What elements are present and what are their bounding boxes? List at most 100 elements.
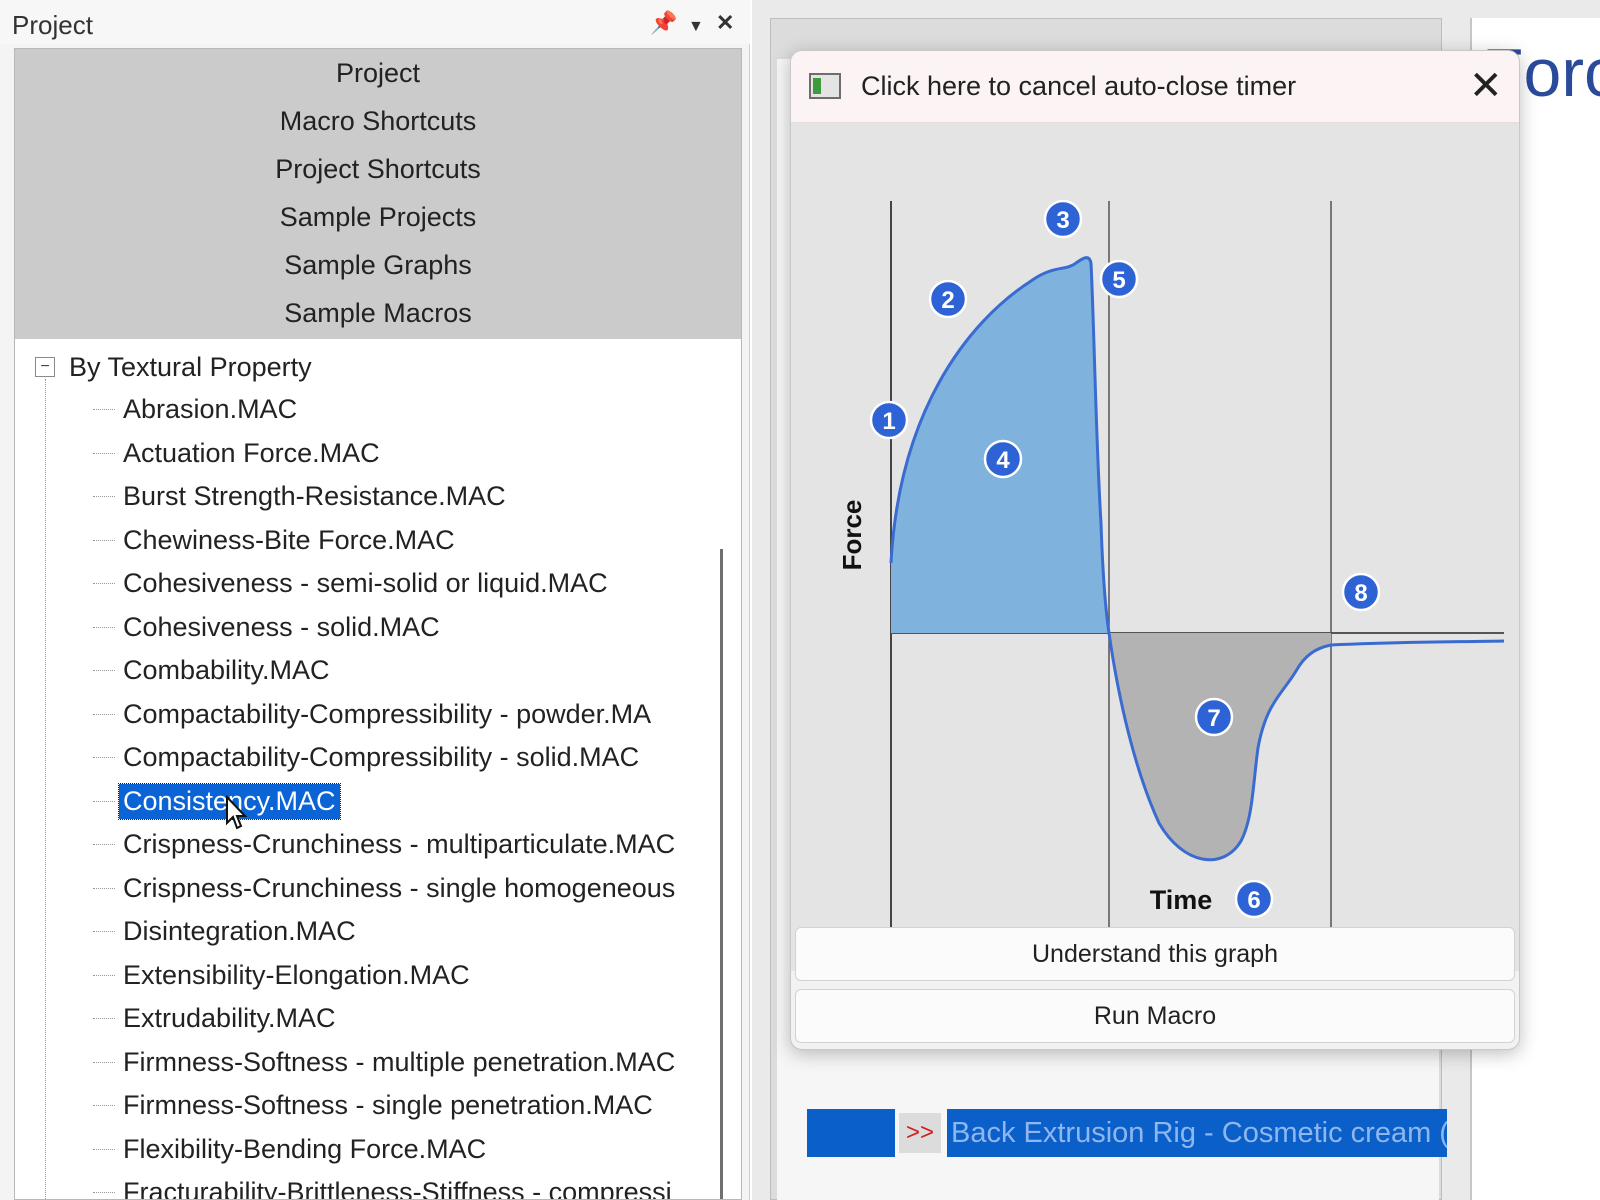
- tree-item-label: Extensibility-Elongation.MAC: [123, 959, 470, 990]
- category-project-shortcuts[interactable]: Project Shortcuts: [15, 145, 741, 193]
- tree-item[interactable]: Chewiness-Bite Force.MAC: [93, 519, 723, 563]
- tree-item-label: Disintegration.MAC: [123, 916, 356, 947]
- tree-connector: [93, 409, 115, 411]
- marker-2-label: 2: [941, 287, 954, 314]
- tree-root[interactable]: − By Textural Property: [35, 347, 312, 387]
- tree-item-label: Fracturability-Brittleness-Stiffness - c…: [123, 1177, 672, 1200]
- category-sample-macros[interactable]: Sample Macros: [15, 289, 741, 337]
- tree-connector: [93, 1018, 115, 1020]
- category-list: Project Macro Shortcuts Project Shortcut…: [15, 49, 741, 339]
- tree-connector: [93, 757, 115, 759]
- marker-7-label: 7: [1207, 705, 1220, 732]
- macro-preview-popup: Click here to cancel auto-close timer ✕ …: [790, 50, 1520, 1050]
- cancel-timer-link[interactable]: Click here to cancel auto-close timer: [861, 71, 1296, 102]
- tree-connector: [93, 1192, 115, 1194]
- popup-header[interactable]: Click here to cancel auto-close timer ✕: [791, 51, 1519, 123]
- tree-connector: [93, 887, 115, 889]
- tree-item[interactable]: Compactability-Compressibility - powder.…: [93, 693, 723, 737]
- tree-item-selected[interactable]: Consistency.MAC: [93, 780, 723, 824]
- window-icon: [809, 73, 841, 99]
- tree-item[interactable]: Burst Strength-Resistance.MAC: [93, 475, 723, 519]
- tree-connector: [93, 452, 115, 454]
- panel-body: Project Macro Shortcuts Project Shortcut…: [14, 48, 742, 1200]
- tree-item[interactable]: Disintegration.MAC: [93, 910, 723, 954]
- tree-item[interactable]: Extensibility-Elongation.MAC: [93, 954, 723, 998]
- tree-item[interactable]: Cohesiveness - semi-solid or liquid.MAC: [93, 562, 723, 606]
- macro-row-arrow[interactable]: >>: [899, 1113, 941, 1153]
- marker-4[interactable]: 4: [983, 439, 1023, 479]
- marker-3[interactable]: 3: [1043, 199, 1083, 239]
- category-macro-shortcuts[interactable]: Macro Shortcuts: [15, 97, 741, 145]
- marker-6-label: 6: [1247, 887, 1260, 914]
- tree-connector: [93, 626, 115, 628]
- marker-1[interactable]: 1: [869, 400, 909, 440]
- tree-item-label: Extrudability.MAC: [123, 1003, 336, 1034]
- tree-item[interactable]: Combability.MAC: [93, 649, 723, 693]
- marker-8[interactable]: 8: [1341, 572, 1381, 612]
- marker-6[interactable]: 6: [1234, 879, 1274, 919]
- tree-item[interactable]: Flexibility-Bending Force.MAC: [93, 1128, 723, 1172]
- tree-item-label: Flexibility-Bending Force.MAC: [123, 1133, 487, 1164]
- macro-tree: − By Textural Property Abrasion.MAC Actua…: [15, 339, 725, 1200]
- close-icon[interactable]: ✕: [1469, 63, 1503, 109]
- macro-row[interactable]: >> Back Extrusion Rig - Cosmetic cream (: [807, 1109, 1447, 1157]
- tree-item[interactable]: Fracturability-Brittleness-Stiffness - c…: [93, 1171, 723, 1200]
- tree-items: Abrasion.MAC Actuation Force.MAC Burst Str…: [93, 388, 723, 1200]
- collapse-icon[interactable]: −: [35, 357, 55, 377]
- tree-item[interactable]: Abrasion.MAC: [93, 388, 723, 432]
- panel-title: Project: [12, 10, 93, 40]
- understand-graph-button[interactable]: Understand this graph: [795, 927, 1515, 981]
- tree-connector: [93, 1061, 115, 1063]
- tree-connector: [93, 496, 115, 498]
- tree-connector: [93, 800, 115, 802]
- category-sample-graphs[interactable]: Sample Graphs: [15, 241, 741, 289]
- tree-item-label: Cohesiveness - solid.MAC: [123, 611, 440, 642]
- tree-item-label: Chewiness-Bite Force.MAC: [123, 524, 455, 555]
- tree-item[interactable]: Firmness-Softness - single penetration.M…: [93, 1084, 723, 1128]
- project-panel: Project 📌 ▼ ✕ Project Macro Shortcuts Pr…: [0, 0, 750, 1200]
- panel-header: Project 📌 ▼ ✕: [0, 0, 750, 44]
- macro-row-text: Back Extrusion Rig - Cosmetic cream (: [947, 1109, 1447, 1157]
- tree-item[interactable]: Compactability-Compressibility - solid.M…: [93, 736, 723, 780]
- tree-item-label: Compactability-Compressibility - solid.M…: [123, 742, 640, 773]
- force-time-chart: Force Time 1 2 3 4 5 6 7 8: [791, 123, 1519, 971]
- chevron-down-icon[interactable]: ▼: [688, 16, 704, 38]
- xlabel: Time: [1150, 885, 1213, 915]
- run-macro-button[interactable]: Run Macro: [795, 989, 1515, 1043]
- tree-item[interactable]: Actuation Force.MAC: [93, 432, 723, 476]
- tree-item-label: Firmness-Softness - single penetration.M…: [123, 1090, 653, 1121]
- tree-item-label: Crispness-Crunchiness - single homogeneo…: [123, 872, 676, 903]
- tree-connector: [93, 844, 115, 846]
- tree-item[interactable]: Firmness-Softness - multiple penetration…: [93, 1041, 723, 1085]
- marker-4-label: 4: [996, 447, 1010, 474]
- close-icon[interactable]: ✕: [716, 12, 734, 34]
- marker-5[interactable]: 5: [1099, 259, 1139, 299]
- tree-item-label: Actuation Force.MAC: [123, 437, 380, 468]
- tree-root-label: By Textural Property: [69, 351, 312, 382]
- category-project[interactable]: Project: [15, 49, 741, 97]
- chart-svg: Force Time 1 2 3 4 5 6 7 8: [837, 199, 1505, 935]
- tree-connector: [93, 713, 115, 715]
- tree-connector: [93, 974, 115, 976]
- ylabel: Force: [837, 500, 867, 571]
- scrollbar[interactable]: [720, 549, 723, 1199]
- marker-8-label: 8: [1354, 580, 1367, 607]
- marker-2[interactable]: 2: [928, 279, 968, 319]
- tree-connector: [93, 1105, 115, 1107]
- mouse-cursor-icon: [226, 795, 248, 830]
- tree-item-label: Firmness-Softness - multiple penetration…: [123, 1046, 676, 1077]
- tree-item[interactable]: Cohesiveness - solid.MAC: [93, 606, 723, 650]
- macro-row-block: [807, 1109, 895, 1157]
- category-sample-projects[interactable]: Sample Projects: [15, 193, 741, 241]
- tree-connector: [45, 379, 46, 1199]
- tree-item-label: Compactability-Compressibility - powder.…: [123, 698, 652, 729]
- tree-item-label: Abrasion.MAC: [123, 394, 298, 425]
- tree-connector: [93, 539, 115, 541]
- tree-item[interactable]: Extrudability.MAC: [93, 997, 723, 1041]
- tree-connector: [93, 931, 115, 933]
- tree-item[interactable]: Crispness-Crunchiness - single homogeneo…: [93, 867, 723, 911]
- tree-item-label: Crispness-Crunchiness - multiparticulate…: [123, 829, 676, 860]
- pin-icon[interactable]: 📌: [650, 12, 677, 34]
- tree-item[interactable]: Crispness-Crunchiness - multiparticulate…: [93, 823, 723, 867]
- marker-7[interactable]: 7: [1194, 697, 1234, 737]
